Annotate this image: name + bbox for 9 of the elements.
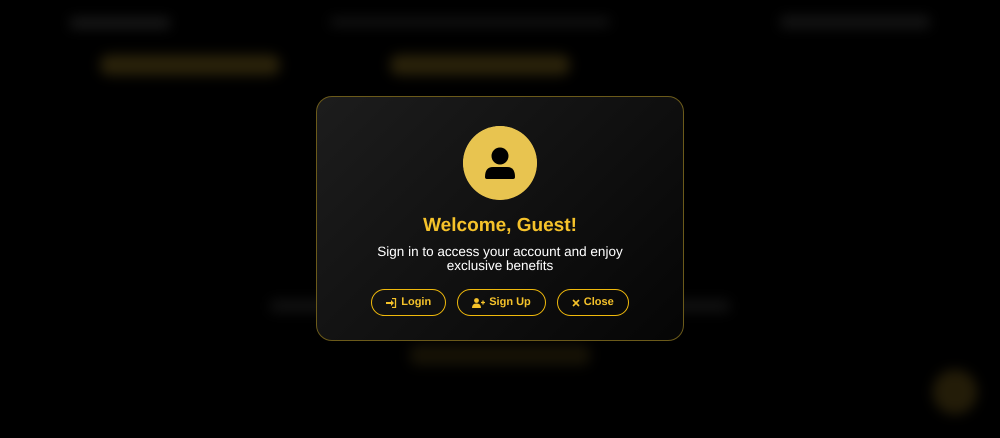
login-button[interactable]: Login xyxy=(371,289,446,316)
close-button[interactable]: Close xyxy=(556,289,629,316)
signup-button[interactable]: Sign Up xyxy=(457,289,546,316)
modal-message: Sign in to access your account and enjoy exclusive benefits xyxy=(376,244,624,274)
close-icon xyxy=(572,298,580,307)
user-avatar-icon xyxy=(463,126,537,200)
modal-title: Welcome, Guest! xyxy=(423,215,577,238)
login-icon xyxy=(386,298,398,308)
add-user-icon xyxy=(472,298,486,308)
